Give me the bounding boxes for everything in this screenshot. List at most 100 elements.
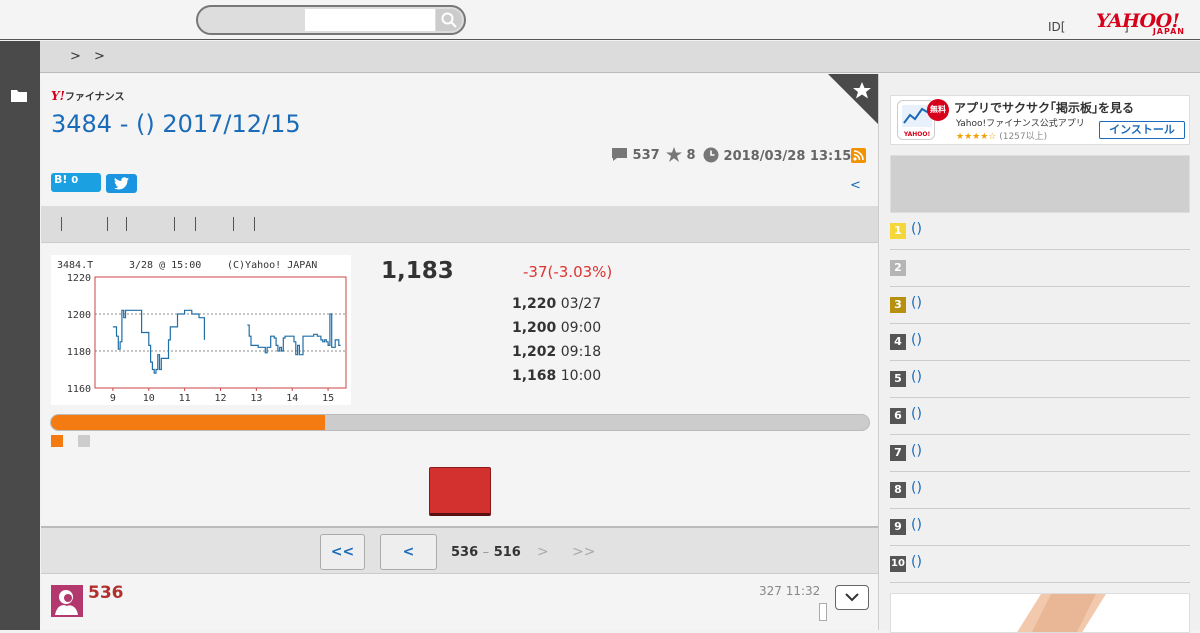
ranking-item[interactable]: 8 (): [890, 472, 1190, 509]
first-page-button[interactable]: <<: [320, 534, 365, 570]
rank-number: 5: [890, 371, 906, 387]
main-column: Y!ファイナンス 3484 - () 2017/12/15 537 8 2018…: [41, 74, 879, 630]
tab-separator: [61, 217, 62, 231]
chart-credit: (C)Yahoo! JAPAN: [227, 260, 317, 271]
page-title: 3484 - () 2017/12/15: [51, 110, 301, 138]
install-button[interactable]: インストール: [1099, 121, 1185, 139]
price-series-line: [247, 313, 341, 356]
ranking-item[interactable]: 3 (): [890, 287, 1190, 324]
search-icon: [441, 12, 457, 28]
rank-title[interactable]: (): [911, 480, 922, 496]
y-tick-label: 1180: [67, 347, 91, 358]
next-page-button: >: [537, 544, 549, 560]
twitter-share-button[interactable]: [106, 174, 137, 193]
ranking-item[interactable]: 9 (): [890, 509, 1190, 546]
chevron-down-icon: [845, 593, 859, 602]
rank-title[interactable]: (): [911, 406, 922, 422]
range-separator: –: [482, 545, 490, 560]
yahoo-japan-logo[interactable]: YAHOO! JAPAN: [1096, 10, 1188, 36]
post-button[interactable]: [429, 467, 491, 516]
rank-title[interactable]: (): [911, 369, 922, 385]
quote-label: 09:18: [560, 344, 602, 360]
tab-separator: [195, 217, 196, 231]
rank-title[interactable]: (): [911, 221, 922, 237]
avatar[interactable]: [51, 585, 83, 617]
search-input[interactable]: [305, 9, 435, 31]
rank-title[interactable]: (): [911, 332, 922, 348]
login-id-link[interactable]: ID[: [1048, 20, 1065, 34]
quote-label: 09:00: [560, 320, 602, 336]
star-icon: [666, 147, 682, 162]
finance-logo[interactable]: Y!ファイナンス: [51, 88, 124, 103]
rank-number: 7: [890, 445, 906, 461]
ranking-item[interactable]: 2: [890, 250, 1190, 287]
clock-icon: [703, 147, 719, 163]
ranking-item[interactable]: 7 (): [890, 435, 1190, 472]
rank-title[interactable]: (): [911, 554, 922, 570]
x-tick-label: 15: [322, 393, 334, 404]
x-tick-label: 13: [250, 393, 262, 404]
favorite-count: 8: [666, 147, 696, 163]
sentiment-legend-gray: [78, 435, 90, 447]
rank-title[interactable]: (): [911, 443, 922, 459]
finance-logo-y: Y!: [51, 89, 65, 103]
prev-thread-link[interactable]: <: [850, 178, 861, 193]
hatena-label: B!: [54, 173, 68, 186]
ranking-item[interactable]: 5 (): [890, 361, 1190, 398]
current-price: 1,183: [381, 258, 454, 284]
rank-title[interactable]: (): [911, 295, 922, 311]
left-rail: [0, 41, 40, 630]
quote-value: 1,200: [512, 320, 557, 336]
hatena-bookmark-button[interactable]: B! 0: [51, 173, 101, 192]
ranking-item[interactable]: 6 (): [890, 398, 1190, 435]
tab-separator: [233, 217, 234, 231]
quote-row-high: 1,202 09:18: [512, 344, 601, 360]
sentiment-bar: [50, 414, 870, 431]
rank-number: 4: [890, 334, 906, 350]
x-tick-label: 14: [286, 393, 298, 404]
rank-number: 2: [890, 260, 906, 276]
comment-number[interactable]: 536: [88, 583, 124, 603]
chart-subtitle: 3/28 @ 15:00: [129, 260, 201, 271]
rank-title[interactable]: (): [911, 517, 922, 533]
tab-separator: [174, 217, 175, 231]
pagination: << < 536 – 516 > >>: [41, 526, 878, 574]
rank-number: 6: [890, 408, 906, 424]
rank-number: 1: [890, 223, 906, 239]
app-rating: ★★★★☆ (1257以上): [956, 129, 1047, 142]
rank-number: 9: [890, 519, 906, 535]
ranking-item[interactable]: 10 (): [890, 546, 1190, 583]
tab-separator: [126, 217, 127, 231]
rank-number: 3: [890, 297, 906, 313]
quote-value: 1,202: [512, 344, 557, 360]
rank-number: 10: [890, 556, 906, 572]
last-page-button: >>: [572, 544, 596, 560]
ranking-item[interactable]: 1 (): [890, 213, 1190, 250]
breadcrumb: > >: [40, 41, 1200, 73]
report-flag[interactable]: [819, 603, 827, 621]
app-icon-label: YAHOO!: [903, 131, 930, 138]
rank-number: 8: [890, 482, 906, 498]
finance-logo-text: ファイナンス: [64, 92, 125, 103]
breadcrumb-separator: >: [94, 49, 105, 64]
chart-title: 3484.T: [57, 260, 93, 271]
comment-menu-button[interactable]: [835, 585, 869, 610]
x-tick-label: 10: [143, 393, 155, 404]
app-ad-banner[interactable]: YAHOO! 無料 アプリでサクサク｢掲示板｣を見る Yahoo!ファイナンス公…: [890, 95, 1190, 145]
ad-photo[interactable]: [890, 593, 1190, 633]
rss-icon[interactable]: [851, 148, 866, 163]
user-avatar-icon: [55, 590, 78, 615]
range-to: 516: [493, 545, 521, 560]
sidebar-banner[interactable]: [890, 155, 1190, 213]
x-tick-label: 9: [110, 393, 116, 404]
ranking-item[interactable]: 4 (): [890, 324, 1190, 361]
quote-label: 10:00: [560, 368, 602, 384]
search-button[interactable]: [436, 9, 462, 31]
comment-icon: [612, 148, 627, 161]
prev-page-button[interactable]: <: [380, 534, 437, 570]
price-change: -37(-3.03%): [523, 263, 613, 281]
x-tick-label: 11: [179, 393, 191, 404]
comment-time: 327 11:32: [759, 584, 821, 598]
favorite-corner[interactable]: [828, 74, 878, 124]
folder-icon[interactable]: [11, 89, 27, 102]
